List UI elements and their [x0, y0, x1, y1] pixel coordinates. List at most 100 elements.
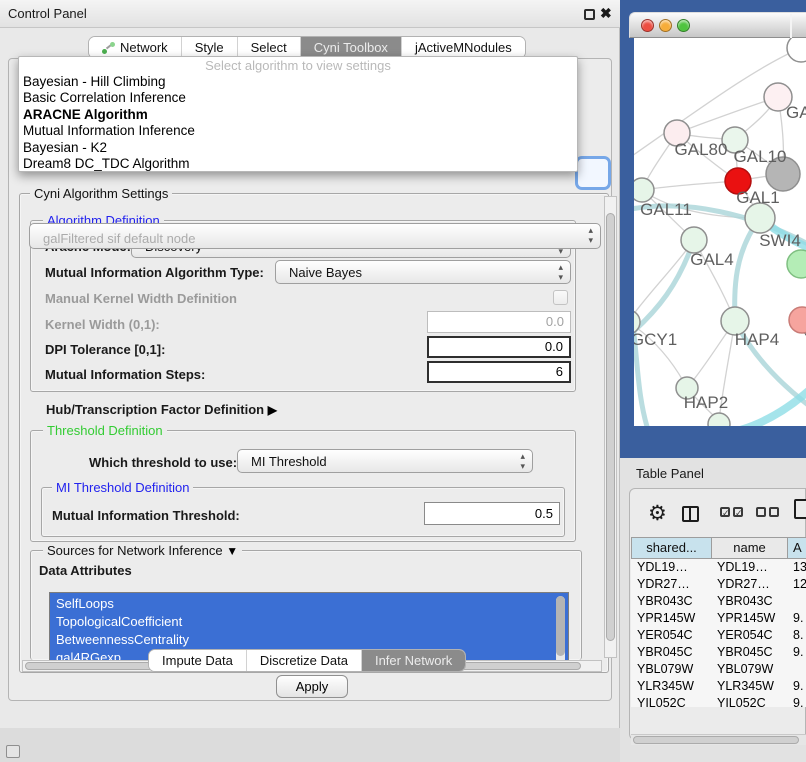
cell[interactable]: 9.: [787, 610, 806, 627]
cell[interactable]: 13: [787, 559, 806, 576]
export-table-icon[interactable]: [794, 499, 806, 519]
panel-grip-icon[interactable]: [6, 745, 20, 758]
cell[interactable]: [787, 661, 806, 678]
cell[interactable]: YDL19…: [711, 559, 787, 576]
split-view-icon[interactable]: [682, 506, 699, 522]
manual-kernel-label: Manual Kernel Width Definition: [45, 291, 237, 306]
tab-infer-network[interactable]: Infer Network: [361, 650, 465, 671]
dpi-tolerance-label: DPI Tolerance [0,1]:: [45, 342, 165, 357]
network-window-titlebar[interactable]: [629, 12, 806, 38]
combo-arrows-icon: ▴▾: [588, 225, 593, 245]
tab-style[interactable]: Style: [181, 37, 237, 58]
node-label: HAP4: [735, 330, 779, 349]
menu-item[interactable]: Basic Correlation Inference: [19, 90, 577, 106]
kernel-width-input[interactable]: 0.0: [427, 311, 571, 333]
column-header[interactable]: shared...: [631, 537, 712, 559]
algorithm-select-combo-fragment[interactable]: [575, 156, 611, 190]
node-label: GAL4: [690, 250, 733, 269]
collapsed-arrow-icon: ▶: [268, 403, 277, 417]
cell[interactable]: 9.: [787, 695, 806, 707]
node-swi4[interactable]: [745, 203, 775, 233]
cell[interactable]: YER054C: [631, 627, 711, 644]
network-canvas[interactable]: GAL GAL80 GAL10 GAL1 GAL11 SWI4 GAL4 GCY…: [634, 38, 806, 426]
minimize-icon[interactable]: [659, 19, 672, 32]
cell[interactable]: [787, 593, 806, 610]
cell[interactable]: 9.: [787, 644, 806, 661]
sources-group: Sources for Network Inference ▼ Data Att…: [30, 550, 582, 660]
menu-item[interactable]: Mutual Information Inference: [19, 123, 577, 139]
unchecked-checkbox-icon[interactable]: [756, 507, 766, 517]
control-panel-window: Control Panel ✖ Network Style Select Cyn…: [0, 0, 620, 728]
tab-cyni-toolbox[interactable]: Cyni Toolbox: [300, 37, 401, 58]
cell[interactable]: 12: [787, 576, 806, 593]
cell[interactable]: YBR043C: [631, 593, 711, 610]
close-icon[interactable]: ✖: [600, 5, 612, 22]
menu-item[interactable]: Bayesian - Hill Climbing: [19, 74, 577, 90]
zoom-icon[interactable]: [677, 19, 690, 32]
sources-toggle[interactable]: Sources for Network Inference ▼: [43, 543, 242, 558]
gear-icon[interactable]: ⚙: [648, 501, 667, 526]
cell[interactable]: YDL19…: [631, 559, 711, 576]
cyni-bottom-tabs: Impute Data Discretize Data Infer Networ…: [148, 649, 466, 672]
mi-steps-input[interactable]: 6: [427, 361, 571, 383]
cell[interactable]: YDR27…: [711, 576, 787, 593]
float-panel-icon[interactable]: [584, 9, 595, 20]
combo-arrows-icon: ▴▾: [558, 262, 563, 282]
table-horizontal-scrollbar[interactable]: [631, 734, 806, 745]
cell[interactable]: YPR145W: [711, 610, 787, 627]
cell[interactable]: YPR145W: [631, 610, 711, 627]
hub-definition-toggle[interactable]: Hub/Transcription Factor Definition ▶: [46, 402, 277, 417]
mi-algorithm-type-combo[interactable]: Naive Bayes ▴▾: [275, 260, 571, 284]
cell[interactable]: YLR345W: [631, 678, 711, 695]
close-icon[interactable]: [641, 19, 654, 32]
cell[interactable]: YDR27…: [631, 576, 711, 593]
cell[interactable]: YBL079W: [711, 661, 787, 678]
node[interactable]: [787, 38, 806, 62]
node-label: GAL: [786, 103, 806, 122]
tab-discretize-data[interactable]: Discretize Data: [246, 650, 361, 671]
cell[interactable]: YBL079W: [631, 661, 711, 678]
cell[interactable]: YBR043C: [711, 593, 787, 610]
menu-item[interactable]: Dream8 DC_TDC Algorithm: [19, 156, 577, 172]
dpi-tolerance-input[interactable]: 0.0: [427, 336, 571, 358]
data-attributes-label: Data Attributes: [39, 563, 132, 578]
tab-jactivemnodules[interactable]: jActiveMNodules: [401, 37, 525, 58]
cell[interactable]: YIL052C: [711, 695, 787, 707]
settings-vertical-scrollbar[interactable]: [604, 196, 617, 658]
cell[interactable]: YBR045C: [711, 644, 787, 661]
node-label: GAL11: [640, 200, 692, 219]
tab-network[interactable]: Network: [89, 37, 181, 58]
titlebar-separator: [790, 14, 792, 38]
list-item[interactable]: TopologicalCoefficient: [50, 613, 568, 631]
network-view-window: GAL GAL80 GAL10 GAL1 GAL11 SWI4 GAL4 GCY…: [629, 12, 806, 432]
node-gal11[interactable]: [634, 178, 654, 202]
node-label: GCY1: [634, 330, 677, 349]
which-threshold-combo[interactable]: MI Threshold ▴▾: [237, 449, 533, 473]
list-scrollbar[interactable]: [556, 596, 565, 664]
menu-item[interactable]: ARACNE Algorithm: [19, 107, 577, 123]
apply-button[interactable]: Apply: [276, 675, 348, 698]
mi-threshold-input[interactable]: 0.5: [424, 502, 560, 525]
node-green[interactable]: [787, 250, 806, 278]
tab-select[interactable]: Select: [237, 37, 300, 58]
list-item[interactable]: SelfLoops: [50, 595, 568, 613]
unchecked-checkbox-icon[interactable]: [769, 507, 779, 517]
mi-threshold-label: Mutual Information Threshold:: [52, 508, 240, 523]
network-selector-combo[interactable]: galFiltered sif default node ▴▾: [29, 223, 601, 249]
cell[interactable]: YER054C: [711, 627, 787, 644]
checked-checkbox-icon[interactable]: ✓: [733, 507, 743, 517]
column-header[interactable]: A: [787, 537, 806, 559]
manual-kernel-checkbox[interactable]: [553, 290, 568, 305]
column-header[interactable]: name: [711, 537, 788, 559]
menu-item[interactable]: Bayesian - K2: [19, 140, 577, 156]
cell[interactable]: YIL052C: [631, 695, 711, 707]
kernel-width-label: Kernel Width (0,1):: [45, 317, 160, 332]
list-item[interactable]: BetweennessCentrality: [50, 631, 568, 649]
cell[interactable]: 9.: [787, 678, 806, 695]
cell[interactable]: YLR345W: [711, 678, 787, 695]
tab-impute-data[interactable]: Impute Data: [149, 650, 246, 671]
cell[interactable]: 8.: [787, 627, 806, 644]
checked-checkbox-icon[interactable]: ✓: [720, 507, 730, 517]
cell[interactable]: YBR045C: [631, 644, 711, 661]
node[interactable]: [708, 413, 730, 426]
